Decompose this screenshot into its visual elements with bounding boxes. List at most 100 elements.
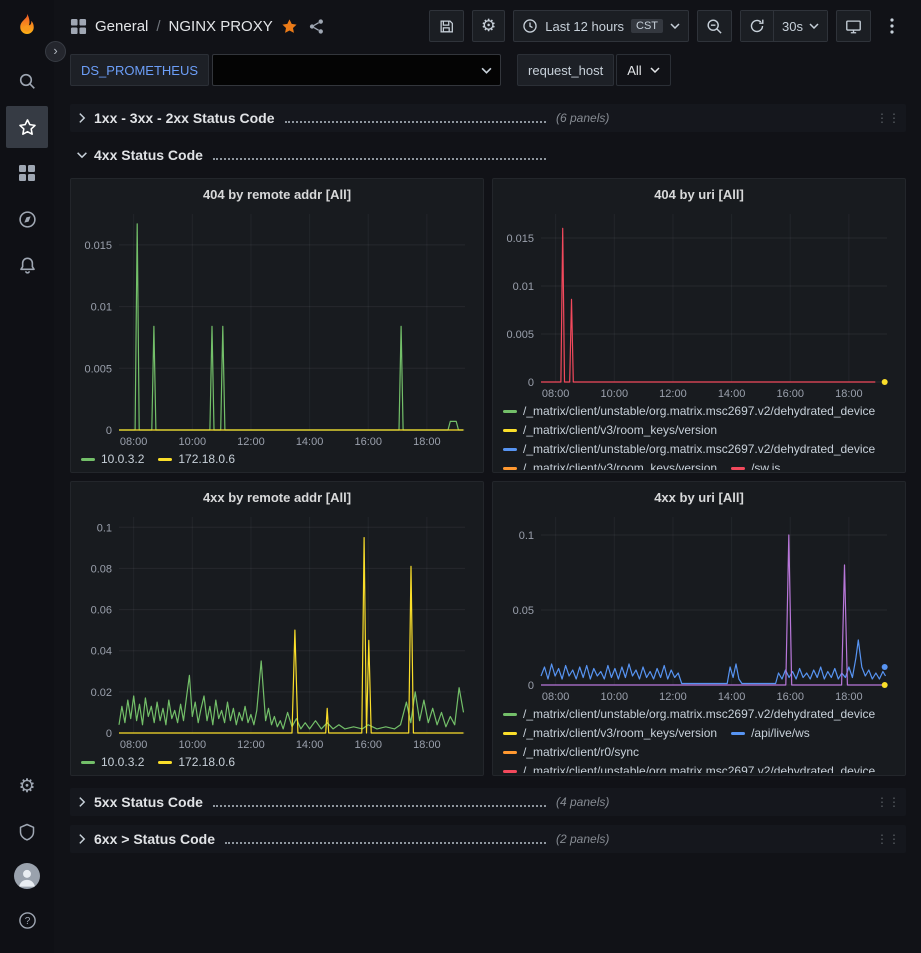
zoom-out-button[interactable] xyxy=(697,10,732,42)
save-dashboard-button[interactable] xyxy=(429,10,464,42)
panel-4xx-by-remote-addr: 4xx by remote addr [All] 08:0010:0012:00… xyxy=(70,481,484,776)
panel-title[interactable]: 404 by uri [All] xyxy=(501,183,897,204)
request-host-control: request_host All xyxy=(517,54,671,86)
row-header-6xx[interactable]: 6xx > Status Code (2 panels) ⋮⋮ xyxy=(70,825,906,853)
row-panel-count: (4 panels) xyxy=(556,795,609,809)
cycle-view-mode-button[interactable] xyxy=(836,10,871,42)
row-header-5xx[interactable]: 5xx Status Code (4 panels) ⋮⋮ xyxy=(70,788,906,816)
time-range-label: Last 12 hours xyxy=(545,19,624,34)
shield-icon xyxy=(18,823,36,842)
chevron-down-icon xyxy=(481,67,492,74)
grafana-logo[interactable] xyxy=(12,12,42,42)
dashboard-title[interactable]: NGINX PROXY xyxy=(169,18,273,35)
svg-text:14:00: 14:00 xyxy=(296,739,324,751)
svg-text:0.015: 0.015 xyxy=(506,233,534,245)
series-label: 172.18.0.6 xyxy=(178,452,235,466)
series-color-swatch xyxy=(503,713,517,716)
svg-text:12:00: 12:00 xyxy=(237,436,265,448)
legend-item[interactable]: 172.18.0.6 xyxy=(158,755,235,769)
panel-title[interactable]: 4xx by uri [All] xyxy=(501,486,897,507)
refresh-interval-dropdown[interactable]: 30s xyxy=(773,11,827,41)
legend-item[interactable]: /sw.js xyxy=(731,461,780,470)
svg-text:0.015: 0.015 xyxy=(84,240,112,252)
star-icon xyxy=(18,118,37,137)
row-drag-handle[interactable]: ⋮⋮ xyxy=(870,112,906,124)
time-series-chart[interactable]: 08:0010:0012:0014:0016:0018:0000.0050.01… xyxy=(501,204,897,402)
user-avatar[interactable] xyxy=(14,863,40,889)
sidebar-item-search[interactable] xyxy=(6,60,48,102)
series-label: /_matrix/client/unstable/org.matrix.msc2… xyxy=(523,764,875,773)
sidebar-item-alerting[interactable] xyxy=(6,244,48,286)
search-icon xyxy=(18,72,37,91)
legend-item[interactable]: /_matrix/client/r0/sync xyxy=(503,745,639,759)
legend-item[interactable]: /_matrix/client/unstable/org.matrix.msc2… xyxy=(503,404,875,418)
sidebar-item-starred[interactable] xyxy=(6,106,48,148)
row-header-1xx-3xx-2xx[interactable]: 1xx - 3xx - 2xx Status Code (6 panels) ⋮… xyxy=(70,104,906,132)
row-drag-handle[interactable]: ⋮⋮ xyxy=(870,833,906,845)
breadcrumb-section[interactable]: General xyxy=(95,18,148,35)
series-label: /_matrix/client/unstable/org.matrix.msc2… xyxy=(523,442,875,456)
request-host-label[interactable]: request_host xyxy=(517,54,614,86)
svg-text:10:00: 10:00 xyxy=(179,436,207,448)
favorite-star-icon[interactable] xyxy=(281,18,298,35)
time-range-picker[interactable]: Last 12 hours CST xyxy=(513,10,689,42)
legend-item[interactable]: /_matrix/client/unstable/org.matrix.msc2… xyxy=(503,442,875,456)
dashboard-settings-button[interactable]: ⚙ xyxy=(472,10,505,42)
svg-text:10:00: 10:00 xyxy=(601,691,629,703)
series-label: /sw.js xyxy=(751,461,780,470)
svg-text:0.05: 0.05 xyxy=(513,605,534,617)
gear-icon: ⚙ xyxy=(481,16,496,36)
sidebar-item-help[interactable]: ? xyxy=(6,899,48,941)
refresh-button[interactable] xyxy=(741,11,773,41)
legend: 10.0.3.2 172.18.0.6 xyxy=(79,450,475,470)
row-header-4xx[interactable]: 4xx Status Code xyxy=(70,141,906,169)
series-label: /_matrix/client/unstable/org.matrix.msc2… xyxy=(523,707,875,721)
time-series-chart[interactable]: 08:0010:0012:0014:0016:0018:0000.050.1 xyxy=(501,507,897,705)
svg-text:0: 0 xyxy=(106,728,112,740)
legend-item[interactable]: /_matrix/client/unstable/org.matrix.msc2… xyxy=(503,707,875,721)
share-icon[interactable] xyxy=(308,18,325,35)
chevron-down-icon xyxy=(70,148,94,162)
legend-item[interactable]: 10.0.3.2 xyxy=(81,452,144,466)
dashboards-grid-icon xyxy=(18,164,36,182)
timezone-badge: CST xyxy=(631,19,663,33)
panel-title[interactable]: 4xx by remote addr [All] xyxy=(79,486,475,507)
panel-404-by-uri: 404 by uri [All] 08:0010:0012:0014:0016:… xyxy=(492,178,906,473)
legend-item[interactable]: /_matrix/client/v3/room_keys/version xyxy=(503,726,717,740)
breadcrumb: General / NGINX PROXY xyxy=(70,18,325,35)
svg-text:0.04: 0.04 xyxy=(91,646,112,658)
sidebar-expand-button[interactable]: › xyxy=(45,41,66,62)
clock-icon xyxy=(522,18,538,34)
dashboard-content: 1xx - 3xx - 2xx Status Code (6 panels) ⋮… xyxy=(54,96,921,953)
gear-icon: ⚙ xyxy=(18,775,35,798)
sidebar-item-explore[interactable] xyxy=(6,198,48,240)
sidebar-item-server-admin[interactable] xyxy=(6,811,48,853)
chevron-down-icon xyxy=(670,23,680,29)
legend-item[interactable]: /_matrix/client/unstable/org.matrix.msc2… xyxy=(503,764,875,773)
svg-text:14:00: 14:00 xyxy=(718,388,746,400)
datasource-value-select[interactable] xyxy=(212,54,501,86)
series-color-swatch xyxy=(158,458,172,461)
request-host-select[interactable]: All xyxy=(616,54,670,86)
panel-title[interactable]: 404 by remote addr [All] xyxy=(79,183,475,204)
kebab-menu-button[interactable] xyxy=(879,10,905,42)
svg-text:16:00: 16:00 xyxy=(776,691,804,703)
row-drag-handle[interactable]: ⋮⋮ xyxy=(870,796,906,808)
svg-text:0: 0 xyxy=(528,680,534,692)
series-label: /_matrix/client/r0/sync xyxy=(523,745,639,759)
time-series-chart[interactable]: 08:0010:0012:0014:0016:0018:0000.020.040… xyxy=(79,507,475,753)
legend-item[interactable]: 172.18.0.6 xyxy=(158,452,235,466)
legend-item[interactable]: /_matrix/client/v3/room_keys/version xyxy=(503,461,717,470)
help-icon: ? xyxy=(18,911,37,930)
chevron-right-icon: › xyxy=(53,44,57,57)
sidebar-item-dashboards[interactable] xyxy=(6,152,48,194)
refresh-interval-label: 30s xyxy=(782,19,803,34)
legend-item[interactable]: 10.0.3.2 xyxy=(81,755,144,769)
datasource-label[interactable]: DS_PROMETHEUS xyxy=(70,54,209,86)
svg-text:18:00: 18:00 xyxy=(835,691,863,703)
sidebar-item-configuration[interactable]: ⚙ xyxy=(6,765,48,807)
legend-item[interactable]: /_matrix/client/v3/room_keys/version xyxy=(503,423,717,437)
legend-item[interactable]: /api/live/ws xyxy=(731,726,810,740)
time-series-chart[interactable]: 08:0010:0012:0014:0016:0018:0000.0050.01… xyxy=(79,204,475,450)
series-color-swatch xyxy=(503,448,517,451)
